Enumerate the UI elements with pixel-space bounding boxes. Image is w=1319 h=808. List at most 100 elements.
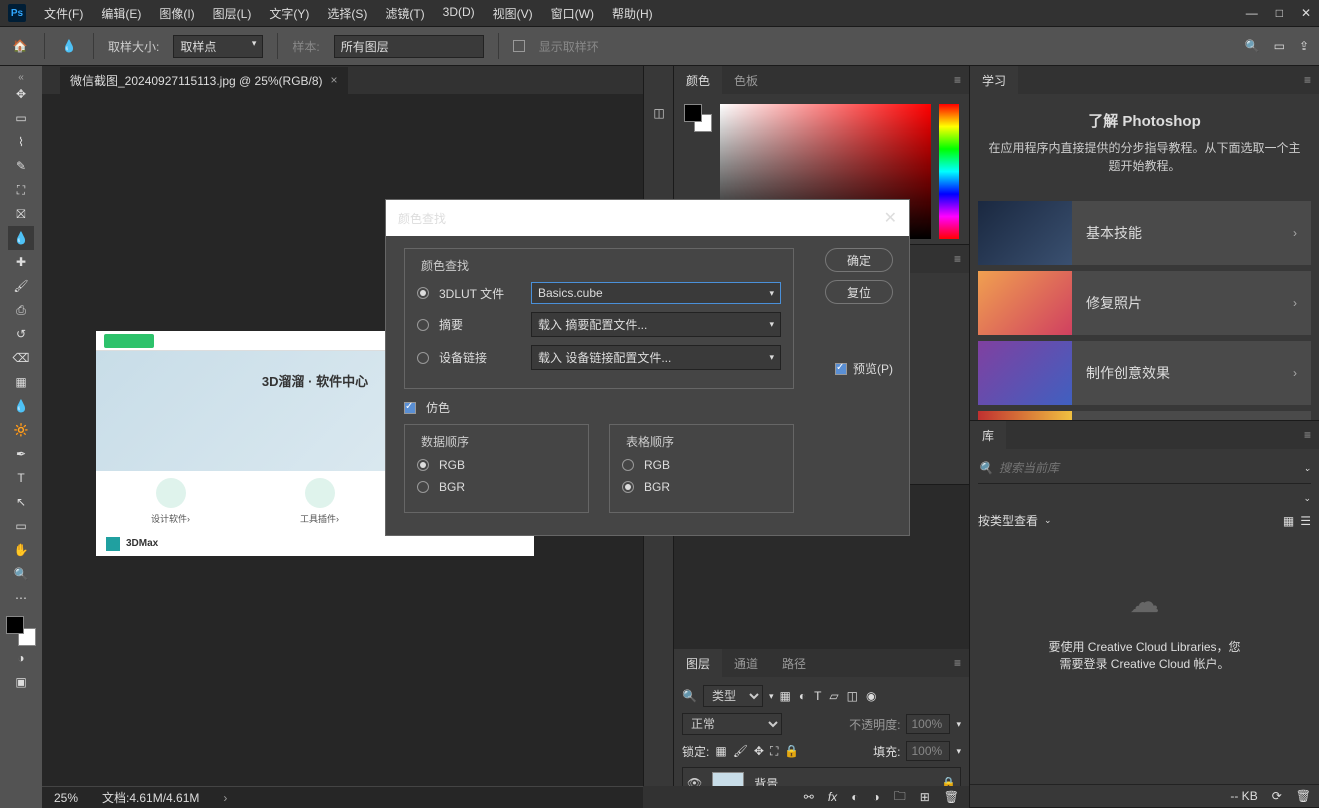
filter-pixel-icon[interactable]: ▦: [779, 689, 790, 703]
menu-3d[interactable]: 3D(D): [437, 1, 481, 26]
adjustment-icon[interactable]: ◑: [872, 790, 879, 804]
menu-view[interactable]: 视图(V): [487, 1, 539, 26]
type-tool[interactable]: T: [8, 466, 34, 490]
fill-input[interactable]: [906, 741, 950, 761]
minimize-icon[interactable]: —: [1246, 6, 1258, 20]
abstract-combo[interactable]: 载入 摘要配置文件...▾: [531, 312, 781, 337]
doc-info-arrow-icon[interactable]: ›: [223, 791, 227, 805]
lock-pos-icon[interactable]: ✥: [754, 744, 764, 758]
panel-menu-icon[interactable]: ≡: [946, 252, 969, 266]
toolbar-collapse-icon[interactable]: «: [18, 72, 24, 82]
stamp-tool[interactable]: ⎙: [8, 298, 34, 322]
path-select-tool[interactable]: ↖: [8, 490, 34, 514]
radio-table-bgr[interactable]: [622, 481, 634, 493]
close-icon[interactable]: ✕: [1301, 6, 1311, 20]
filter-shape-icon[interactable]: ▱: [829, 689, 838, 703]
tab-color[interactable]: 颜色: [674, 66, 722, 95]
lasso-tool[interactable]: ⌇: [8, 130, 34, 154]
list-view-icon[interactable]: ☰: [1300, 514, 1311, 528]
marquee-tool[interactable]: ▭: [8, 106, 34, 130]
rectangle-tool[interactable]: ▭: [8, 514, 34, 538]
home-icon[interactable]: 🏠: [10, 36, 30, 56]
sync-icon[interactable]: ⟳: [1272, 789, 1282, 803]
radio-data-bgr[interactable]: [417, 481, 429, 493]
menu-help[interactable]: 帮助(H): [606, 1, 659, 26]
edit-toolbar[interactable]: ⋯: [8, 586, 34, 610]
filter-type-icon[interactable]: T: [814, 689, 821, 703]
chevron-down-icon[interactable]: ⌄: [1303, 493, 1311, 503]
lut-file-combo[interactable]: Basics.cube▾: [531, 282, 781, 304]
radio-3dlut[interactable]: [417, 287, 429, 299]
tab-layers[interactable]: 图层: [674, 649, 722, 678]
menu-edit[interactable]: 编辑(E): [95, 1, 147, 26]
panel-menu-icon[interactable]: ≡: [946, 73, 969, 87]
sample-select[interactable]: 所有图层: [334, 35, 484, 58]
show-ring-checkbox[interactable]: [513, 40, 525, 52]
close-tab-icon[interactable]: ×: [331, 73, 338, 87]
dither-checkbox[interactable]: [404, 402, 416, 414]
delete-icon[interactable]: 🗑: [944, 790, 959, 804]
screenmode-tool[interactable]: ▣: [8, 670, 34, 694]
panel-menu-icon[interactable]: ≡: [1296, 428, 1319, 442]
panel-menu-icon[interactable]: ≡: [1296, 73, 1319, 87]
share-icon[interactable]: ⇪: [1299, 39, 1309, 53]
pen-tool[interactable]: ✒: [8, 442, 34, 466]
brush-tool[interactable]: 🖌: [8, 274, 34, 298]
reset-button[interactable]: 复位: [825, 280, 893, 304]
eyedropper-tool[interactable]: 💧: [8, 226, 34, 250]
tab-learn[interactable]: 学习: [970, 66, 1018, 95]
layer-filter-kind[interactable]: 类型: [703, 685, 763, 707]
learn-card-creative[interactable]: 制作创意效果›: [978, 341, 1311, 405]
learn-card-basics[interactable]: 基本技能›: [978, 201, 1311, 265]
fx-icon[interactable]: fx: [828, 790, 837, 804]
doc-info[interactable]: 文档:4.61M/4.61M: [102, 789, 199, 806]
grid-view-icon[interactable]: ▦: [1283, 514, 1294, 528]
menu-select[interactable]: 选择(S): [321, 1, 373, 26]
lock-all-icon[interactable]: 🔒: [784, 744, 799, 758]
lock-artboard-icon[interactable]: ⛶: [770, 744, 778, 759]
move-tool[interactable]: ✥: [8, 82, 34, 106]
lock-paint-icon[interactable]: 🖌: [733, 744, 748, 758]
document-tab[interactable]: 微信截图_20240927115113.jpg @ 25%(RGB/8) ×: [60, 67, 348, 94]
filter-smart-icon[interactable]: ◫: [847, 689, 858, 703]
filter-adjust-icon[interactable]: ◐: [799, 689, 806, 703]
group-icon[interactable]: 🗀: [894, 787, 906, 808]
radio-abstract[interactable]: [417, 319, 429, 331]
menu-layer[interactable]: 图层(L): [207, 1, 258, 26]
zoom-tool[interactable]: 🔍: [8, 562, 34, 586]
history-brush-tool[interactable]: ↺: [8, 322, 34, 346]
blur-tool[interactable]: 💧: [8, 394, 34, 418]
panel-color-swatches[interactable]: [684, 104, 712, 132]
learn-card-more[interactable]: [978, 411, 1311, 421]
menu-window[interactable]: 窗口(W): [545, 1, 600, 26]
opacity-input[interactable]: [906, 714, 950, 734]
frame-tool[interactable]: ⛝: [8, 202, 34, 226]
gradient-tool[interactable]: ▦: [8, 370, 34, 394]
preview-checkbox[interactable]: [835, 363, 847, 375]
healing-tool[interactable]: ✚: [8, 250, 34, 274]
collapsed-panel-icon[interactable]: ◫: [644, 98, 674, 128]
eraser-tool[interactable]: ⌫: [8, 346, 34, 370]
workspace-icon[interactable]: ▭: [1274, 39, 1285, 53]
dialog-close-icon[interactable]: ✕: [884, 208, 897, 228]
library-search-input[interactable]: [999, 461, 1298, 475]
mask-icon[interactable]: ◐: [851, 790, 858, 804]
hand-tool[interactable]: ✋: [8, 538, 34, 562]
quickmask-tool[interactable]: ◑: [8, 646, 34, 670]
sample-size-select[interactable]: 取样点 ▾: [173, 35, 263, 58]
menu-type[interactable]: 文字(Y): [263, 1, 315, 26]
new-layer-icon[interactable]: ⊞: [920, 790, 930, 804]
library-filter-label[interactable]: 按类型查看: [978, 512, 1038, 529]
menu-image[interactable]: 图像(I): [153, 1, 200, 26]
zoom-level[interactable]: 25%: [54, 791, 78, 805]
learn-card-retouch[interactable]: 修复照片›: [978, 271, 1311, 335]
search-icon[interactable]: 🔍: [1245, 39, 1260, 53]
maximize-icon[interactable]: □: [1276, 6, 1283, 20]
panel-menu-icon[interactable]: ≡: [946, 656, 969, 670]
dodge-tool[interactable]: 🔆: [8, 418, 34, 442]
tab-swatches[interactable]: 色板: [722, 66, 770, 95]
chevron-down-icon[interactable]: ⌄: [1303, 463, 1311, 474]
crop-tool[interactable]: ⛶: [8, 178, 34, 202]
filter-toggle-icon[interactable]: ◉: [866, 689, 876, 703]
blend-mode-select[interactable]: 正常: [682, 713, 782, 735]
